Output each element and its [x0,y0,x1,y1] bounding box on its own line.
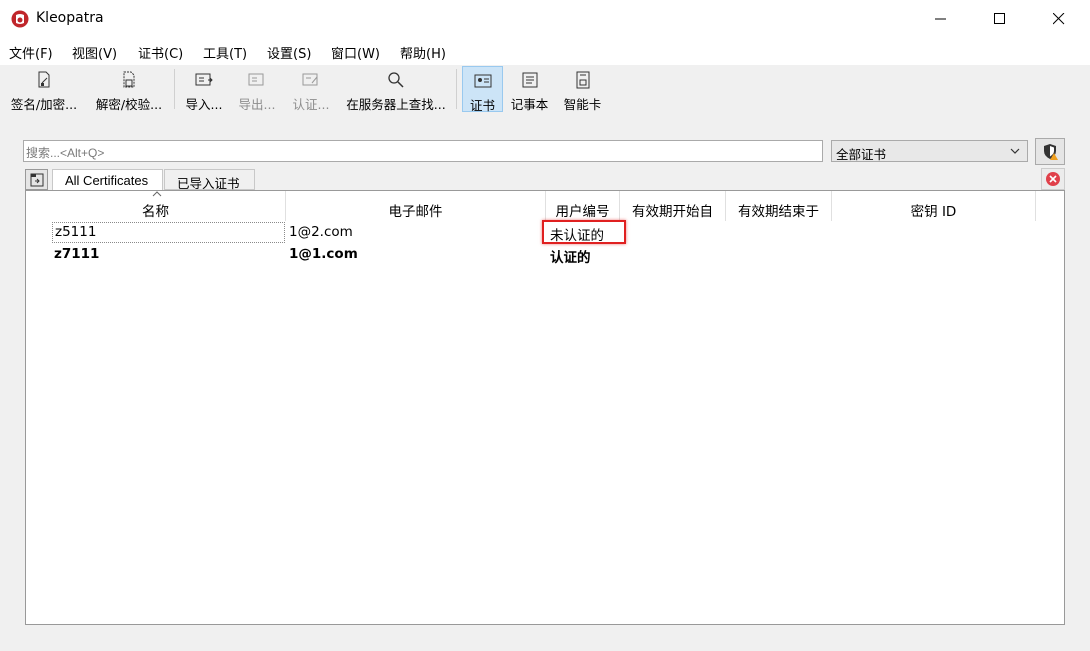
maximize-button[interactable] [971,0,1029,38]
import-button[interactable]: 导入... [180,66,228,112]
sign-encrypt-button[interactable]: 签名/加密... [6,66,82,112]
column-header-name[interactable]: 名称 [26,191,286,221]
menu-certificates[interactable]: 证书(C) [138,43,183,62]
smartcard-icon [576,71,589,89]
decrypt-verify-button[interactable]: 解密/校验... [90,66,168,112]
notepad-button[interactable]: 记事本 [507,66,552,112]
shield-warning-icon [1044,144,1058,160]
tab-all-certificates[interactable]: All Certificates [52,169,163,191]
filter-selected-value: 全部证书 [836,147,887,162]
close-circle-icon [1046,172,1060,186]
column-header-email[interactable]: 电子邮件 [286,191,546,221]
decrypt-verify-icon [123,71,135,88]
certificate-icon [474,74,491,88]
kleopatra-logo-icon [11,10,29,28]
column-header-user-id[interactable]: 用户编号 [546,191,620,221]
smartcard-button[interactable]: 智能卡 [560,66,605,112]
menu-tools[interactable]: 工具(T) [203,43,247,62]
export-icon [248,73,264,86]
lookup-on-server-button[interactable]: 在服务器上查找... [341,66,451,112]
tab-imported-certificates[interactable]: 已导入证书 [164,169,255,191]
sign-encrypt-icon [38,71,50,88]
menu-bar: 文件(F) 视图(V) 证书(C) 工具(T) 设置(S) 窗口(W) 帮助(H… [0,38,1090,65]
group-settings-button[interactable] [1035,138,1065,165]
table-row-status-cell[interactable]: 认证的 [550,246,591,266]
new-tab-button[interactable] [25,169,48,190]
table-row-name-cell[interactable]: z5111 [52,222,285,243]
close-window-button[interactable] [1030,0,1088,38]
chevron-down-icon [1010,148,1020,154]
import-icon [195,73,213,86]
highlight-annotation [542,220,626,244]
close-icon [1053,13,1065,25]
toolbar: 签名/加密... 解密/校验... 导入... 导出... 认证... 在服务器… [0,65,1090,115]
certificate-filter-select[interactable]: 全部证书 [831,140,1028,162]
table-row-email-cell[interactable]: 1@2.com [289,224,353,240]
table-row-email-cell[interactable]: 1@1.com [289,246,358,262]
toolbar-separator [456,69,457,109]
main-content: 搜索...<Alt+Q> 全部证书 All Certificates 已导入证书… [0,115,1090,651]
menu-settings[interactable]: 设置(S) [267,43,311,62]
menu-file[interactable]: 文件(F) [9,43,53,62]
search-input[interactable]: 搜索...<Alt+Q> [23,140,823,162]
maximize-icon [994,13,1005,24]
menu-window[interactable]: 窗口(W) [331,43,380,62]
new-tab-icon [30,173,44,187]
column-header-valid-from[interactable]: 有效期开始自 [620,191,726,221]
column-header-valid-until[interactable]: 有效期结束于 [726,191,832,221]
export-button[interactable]: 导出... [233,66,281,112]
title-bar: Kleopatra [0,0,1090,38]
menu-help[interactable]: 帮助(H) [400,43,446,62]
sort-ascending-icon [152,191,162,197]
search-icon [388,72,404,88]
column-header-key-id[interactable]: 密钥 ID [832,191,1036,221]
table-row-name-cell[interactable]: z7111 [54,246,99,262]
certificates-view-button[interactable]: 证书 [462,66,503,113]
certify-icon [302,73,318,86]
certify-button[interactable]: 认证... [287,66,335,112]
notepad-icon [522,72,537,88]
close-tab-button[interactable] [1041,168,1065,190]
window-title: Kleopatra [36,10,104,26]
certificate-table: 名称 电子邮件 用户编号 有效期开始自 有效期结束于 密钥 ID z5111 1… [25,190,1065,625]
menu-view[interactable]: 视图(V) [72,43,117,62]
minimize-icon [935,18,946,20]
minimize-button[interactable] [912,0,970,38]
toolbar-separator [174,69,175,109]
